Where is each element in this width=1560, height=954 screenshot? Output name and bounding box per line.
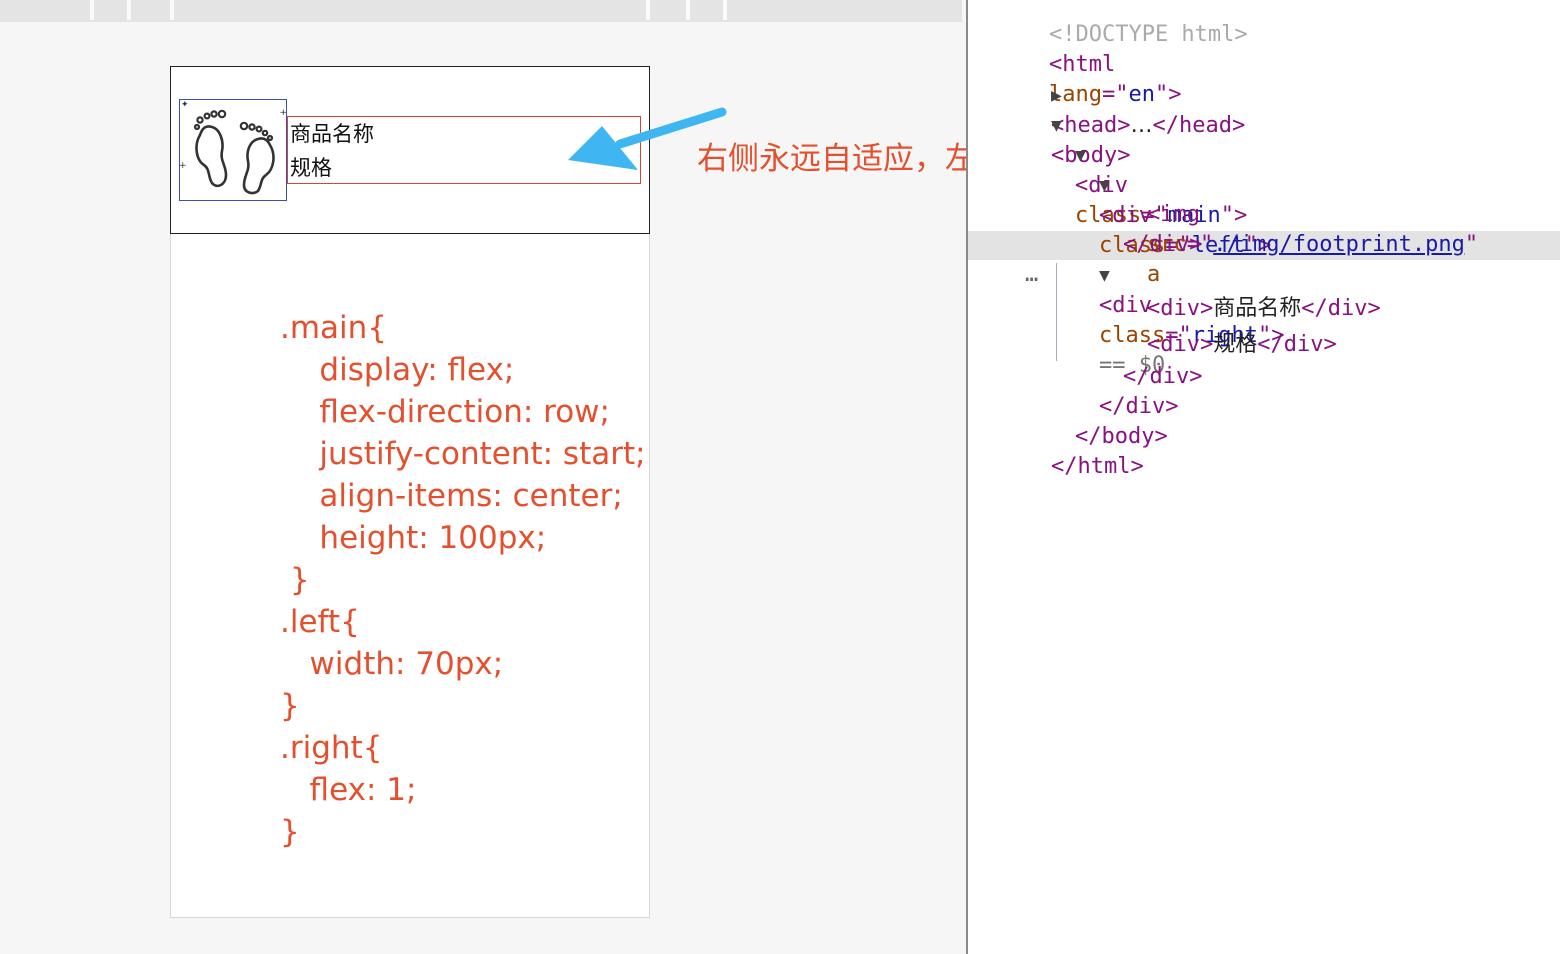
dom-close-div-main[interactable]: </div> [1046, 362, 1179, 419]
tag-name: html [1077, 454, 1131, 479]
top-ruler [0, 0, 962, 22]
ruler-divider [90, 0, 94, 20]
css-line: flex: 1; [280, 772, 417, 808]
product-spec-text: 规格 [290, 156, 332, 180]
css-line: .main{ [280, 310, 388, 346]
dom-node-div-main[interactable]: ▼ <div class="main"> [1022, 110, 1247, 228]
css-line: align-items: center; [280, 478, 623, 514]
dom-node-div-right-content[interactable]: ▼ <div class="right"> == $0 [1046, 230, 1284, 378]
ruler-divider [723, 0, 727, 20]
css-line: height: 100px; [280, 520, 547, 556]
css-line: .right{ [280, 730, 383, 766]
css-line: flex-direction: row; [280, 394, 610, 430]
dom-close-div-left[interactable]: </div> [1070, 200, 1203, 257]
annotation-text: 右侧永远自适应，左侧是固定的 [697, 141, 966, 177]
resize-handle-icon: ✦ [181, 100, 189, 110]
dom-close-div-right[interactable]: </div> [1070, 332, 1203, 389]
dom-node-html[interactable]: <html lang="en"> [996, 20, 1181, 107]
ruler-divider [127, 0, 131, 20]
css-line: justify-content: start; [280, 436, 646, 472]
ruler-divider [646, 0, 650, 20]
css-line: } [280, 562, 310, 598]
dom-node-img[interactable]: <img src="./img/footprint.png" a [1094, 170, 1478, 287]
attr-value: en [1128, 82, 1155, 107]
devtools-elements-panel: <!DOCTYPE html> <html lang="en"> ▶ <head… [966, 0, 1560, 954]
dom-doctype[interactable]: <!DOCTYPE html> [996, 0, 1248, 47]
dom-node-div-child-1[interactable]: <div>商品名称</div> [1094, 264, 1381, 321]
browser-viewport: ✦ + + 商品名称 规格 右侧永远自适应，左侧是固定的 .main{ disp… [0, 0, 966, 954]
css-line: width: 70px; [280, 646, 504, 682]
ruler-divider [170, 0, 174, 20]
node-text: 规格 [1213, 332, 1258, 357]
dom-node-div-right[interactable]: … [972, 230, 1038, 287]
css-line: } [280, 814, 300, 850]
css-line: .left{ [280, 604, 360, 640]
css-line: display: flex; [280, 352, 515, 388]
dom-node-div-child-2[interactable]: <div>规格</div> [1094, 300, 1337, 357]
row-actions-ellipsis[interactable]: … [1025, 262, 1038, 287]
dom-node-head[interactable]: ▶ <head>…</head> [998, 50, 1245, 138]
dom-node-div-left[interactable]: ▼ <div class="left"> [1046, 140, 1271, 258]
dom-close-body[interactable]: </body> [1022, 392, 1168, 449]
product-name-text: 商品名称 [290, 122, 374, 146]
resize-handle-icon: + [279, 108, 287, 118]
css-line: } [280, 688, 300, 724]
footprint-icon [193, 109, 275, 195]
resize-handle-icon: + [179, 161, 187, 171]
dom-close-html[interactable]: </html> [998, 422, 1144, 479]
dom-node-body[interactable]: ▼ <body> [998, 80, 1130, 168]
tag-name: div [1283, 332, 1324, 357]
ruler-divider [686, 0, 690, 20]
